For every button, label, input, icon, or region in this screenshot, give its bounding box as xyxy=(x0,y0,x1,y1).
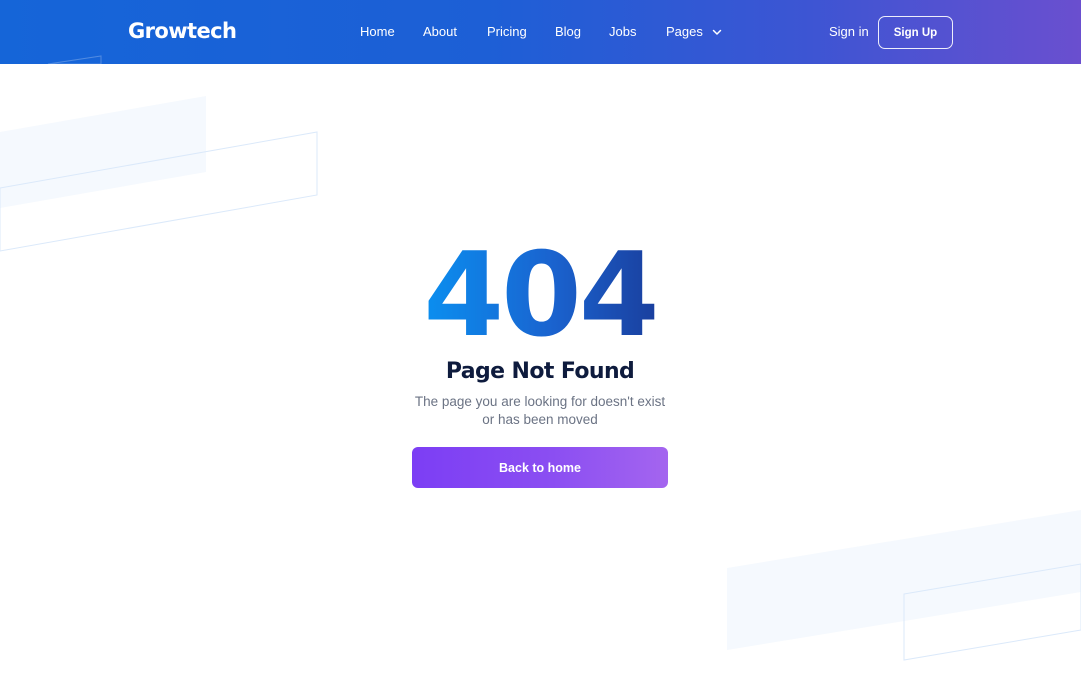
error-code-graphic: 404 xyxy=(423,230,659,350)
back-to-home-button[interactable]: Back to home xyxy=(412,447,668,488)
error-description-line-2: or has been moved xyxy=(482,412,598,427)
error-description-line-1: The page you are looking for doesn't exi… xyxy=(414,394,666,409)
error-description: The page you are looking for doesn't exi… xyxy=(390,393,690,429)
page-title: Page Not Found xyxy=(445,359,635,384)
error-code-text: 404 xyxy=(423,230,656,350)
page: Growtech Home About Pricing Blog Jobs Pa… xyxy=(0,0,1081,676)
not-found-content: 404 Page Not Found The page you are look… xyxy=(0,0,1081,676)
error-code: 404 xyxy=(390,230,690,350)
